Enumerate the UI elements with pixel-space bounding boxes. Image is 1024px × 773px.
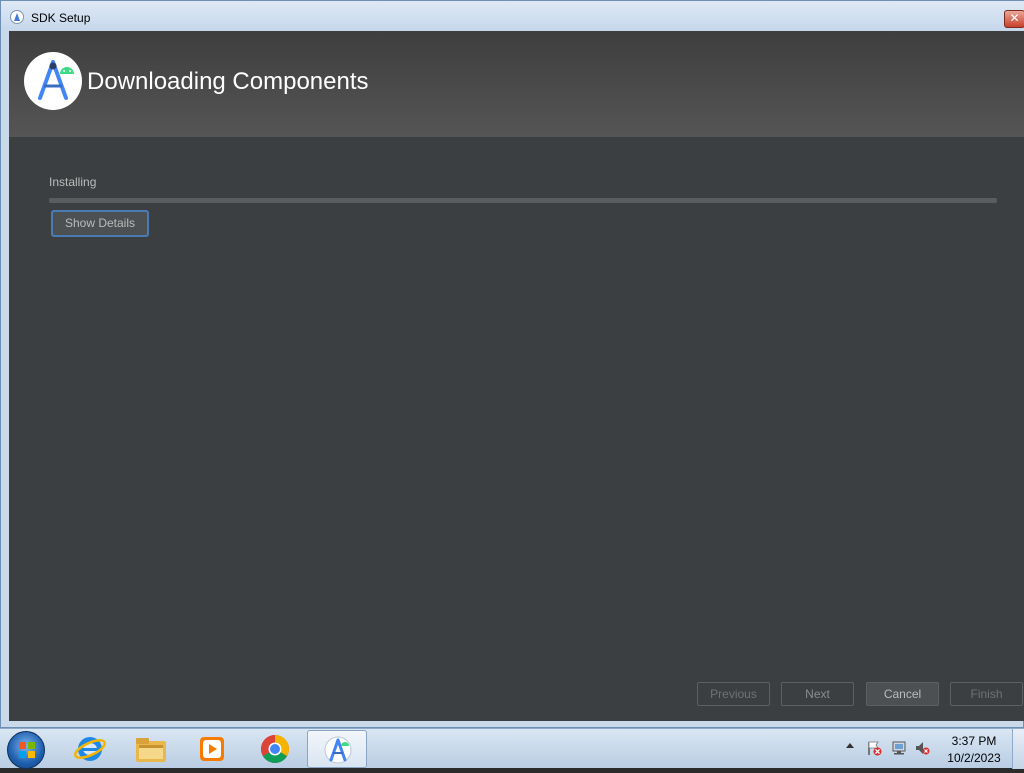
- show-details-button[interactable]: Show Details: [51, 210, 149, 237]
- network-icon[interactable]: [891, 740, 907, 756]
- wizard-header: Downloading Components: [9, 31, 1024, 137]
- next-button[interactable]: Next: [781, 682, 854, 706]
- media-player-icon[interactable]: [194, 733, 230, 765]
- sdk-setup-window: SDK Setup ✕ Downloading Components Insta…: [0, 0, 1024, 728]
- page-title: Downloading Components: [87, 68, 369, 95]
- android-studio-icon: [24, 52, 82, 110]
- previous-button[interactable]: Previous: [697, 682, 770, 706]
- close-button[interactable]: ✕: [1004, 10, 1024, 28]
- show-desktop-button[interactable]: [1012, 729, 1024, 769]
- android-studio-taskbar-button[interactable]: [307, 730, 367, 768]
- progress-bar: [49, 198, 997, 203]
- android-studio-icon: [10, 10, 24, 24]
- clock-date[interactable]: 10/2/2023: [944, 751, 1004, 765]
- start-button[interactable]: [7, 731, 45, 769]
- file-explorer-icon[interactable]: [133, 733, 169, 765]
- status-label: Installing: [49, 175, 97, 189]
- volume-muted-icon[interactable]: [914, 740, 930, 756]
- chrome-icon[interactable]: [257, 733, 293, 765]
- window-title: SDK Setup: [31, 11, 91, 25]
- taskbar: 3:37 PM 10/2/2023: [0, 728, 1024, 769]
- clock-time[interactable]: 3:37 PM: [944, 734, 1004, 748]
- action-center-flag-icon[interactable]: [866, 740, 882, 756]
- cancel-button[interactable]: Cancel: [866, 682, 939, 706]
- show-hidden-icons-icon[interactable]: [846, 743, 854, 748]
- wizard-content: Downloading Components Installing Show D…: [9, 31, 1024, 721]
- internet-explorer-icon[interactable]: [72, 733, 108, 765]
- finish-button[interactable]: Finish: [950, 682, 1023, 706]
- title-bar[interactable]: SDK Setup ✕: [1, 1, 1024, 31]
